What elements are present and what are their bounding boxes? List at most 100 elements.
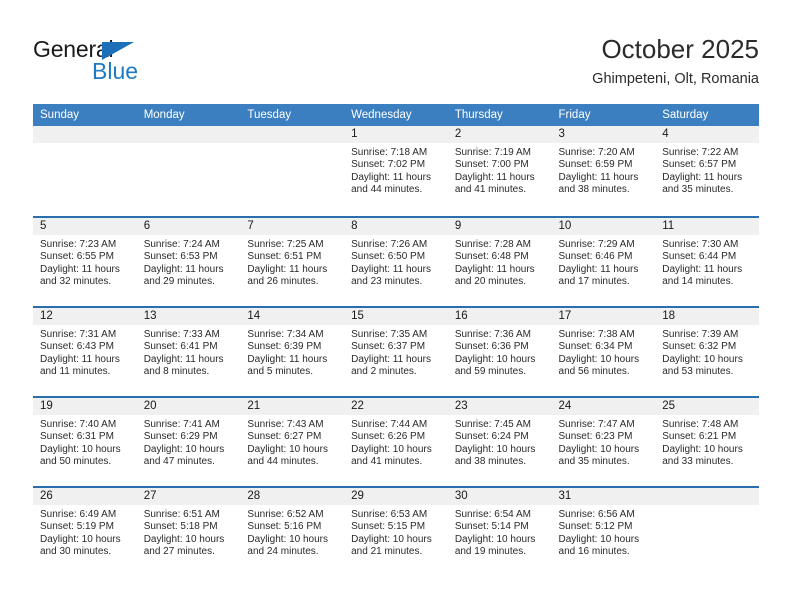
- calendar-day-cell[interactable]: 22 Sunrise: 7:44 AM Sunset: 6:26 PM Dayligh…: [344, 396, 448, 486]
- calendar-empty-cell: [655, 486, 759, 576]
- calendar-week-row: 19 Sunrise: 7:40 AM Sunset: 6:31 PM Dayligh…: [33, 396, 759, 486]
- day-cell-inner: 3 Sunrise: 7:20 AM Sunset: 6:59 PM Daylight…: [551, 126, 656, 216]
- day-cell-details: Sunrise: 7:44 AM Sunset: 6:26 PM Daylight:…: [344, 415, 448, 469]
- calendar-day-cell[interactable]: 24 Sunrise: 7:47 AM Sunset: 6:23 PM Dayligh…: [551, 396, 656, 486]
- day-cell-inner: 28 Sunrise: 6:52 AM Sunset: 5:16 PM Dayligh…: [240, 486, 345, 576]
- calendar-day-cell[interactable]: 25 Sunrise: 7:48 AM Sunset: 6:21 PM Dayligh…: [655, 396, 759, 486]
- day-number: 2: [447, 126, 552, 143]
- calendar-day-cell[interactable]: 17 Sunrise: 7:38 AM Sunset: 6:34 PM Dayligh…: [551, 306, 656, 396]
- day-number: 21: [240, 398, 345, 415]
- calendar-day-cell[interactable]: 30 Sunrise: 6:54 AM Sunset: 5:14 PM Dayligh…: [447, 486, 552, 576]
- day-cell-details: Sunrise: 7:19 AM Sunset: 7:00 PM Daylight:…: [448, 143, 552, 197]
- calendar-day-cell[interactable]: 23 Sunrise: 7:45 AM Sunset: 6:24 PM Dayligh…: [447, 396, 552, 486]
- page-header: General Blue October 2025 Ghimpeteni, Ol…: [0, 0, 792, 98]
- day-number: 23: [447, 398, 552, 415]
- daylight-text: Daylight: 10 hours and 24 minutes.: [247, 533, 329, 558]
- title-block: October 2025 Ghimpeteni, Olt, Romania: [592, 32, 759, 89]
- sunrise-text: Sunrise: 7:45 AM: [454, 419, 531, 430]
- calendar-day-cell[interactable]: 4 Sunrise: 7:22 AM Sunset: 6:57 PM Daylight…: [655, 126, 759, 216]
- sunset-text: Sunset: 6:26 PM: [351, 431, 426, 443]
- sunset-text: Sunset: 6:55 PM: [40, 251, 114, 263]
- sunrise-text: Sunrise: 7:35 AM: [351, 329, 428, 340]
- sunrise-text: Sunrise: 7:19 AM: [454, 147, 531, 158]
- sunset-text: Sunset: 6:23 PM: [558, 431, 633, 443]
- sunrise-text: Sunrise: 7:34 AM: [247, 329, 324, 340]
- sunset-text: Sunset: 7:02 PM: [351, 159, 426, 171]
- sunrise-text: Sunrise: 7:48 AM: [662, 419, 739, 430]
- weekday-header-monday: Monday: [136, 104, 241, 126]
- day-cell-inner: 12 Sunrise: 7:31 AM Sunset: 6:43 PM Dayligh…: [33, 306, 137, 396]
- calendar-day-cell[interactable]: 10 Sunrise: 7:29 AM Sunset: 6:46 PM Dayligh…: [551, 216, 656, 306]
- calendar-day-cell[interactable]: 28 Sunrise: 6:52 AM Sunset: 5:16 PM Dayligh…: [240, 486, 345, 576]
- day-cell-inner: 4 Sunrise: 7:22 AM Sunset: 6:57 PM Daylight…: [655, 126, 759, 216]
- calendar-day-cell[interactable]: 8 Sunrise: 7:26 AM Sunset: 6:50 PM Daylight…: [344, 216, 448, 306]
- calendar-day-cell[interactable]: 29 Sunrise: 6:53 AM Sunset: 5:15 PM Dayligh…: [344, 486, 448, 576]
- calendar-day-cell[interactable]: 16 Sunrise: 7:36 AM Sunset: 6:36 PM Dayligh…: [447, 306, 552, 396]
- daylight-text: Daylight: 10 hours and 35 minutes.: [558, 443, 640, 468]
- calendar-day-cell[interactable]: 21 Sunrise: 7:43 AM Sunset: 6:27 PM Dayligh…: [240, 396, 345, 486]
- sunrise-text: Sunrise: 7:28 AM: [454, 239, 531, 250]
- calendar-empty-cell: [136, 126, 241, 216]
- day-number: 18: [655, 308, 759, 325]
- day-cell-details: Sunrise: 7:36 AM Sunset: 6:36 PM Daylight:…: [448, 325, 552, 379]
- sunrise-text: Sunrise: 6:53 AM: [351, 509, 428, 520]
- daylight-text: Daylight: 11 hours and 44 minutes.: [351, 171, 431, 196]
- sunrise-text: Sunrise: 6:51 AM: [143, 509, 220, 520]
- sunrise-text: Sunrise: 7:29 AM: [558, 239, 635, 250]
- daylight-text: Daylight: 11 hours and 17 minutes.: [558, 263, 639, 288]
- day-cell-details: Sunrise: 7:22 AM Sunset: 6:57 PM Daylight:…: [655, 143, 759, 197]
- calendar-day-cell[interactable]: 27 Sunrise: 6:51 AM Sunset: 5:18 PM Dayligh…: [136, 486, 241, 576]
- day-cell-details: Sunrise: 6:53 AM Sunset: 5:15 PM Daylight:…: [344, 505, 448, 559]
- calendar-day-cell[interactable]: 26 Sunrise: 6:49 AM Sunset: 5:19 PM Dayligh…: [33, 486, 137, 576]
- sunset-text: Sunset: 6:44 PM: [662, 251, 737, 263]
- calendar-day-cell[interactable]: 2 Sunrise: 7:19 AM Sunset: 7:00 PM Daylight…: [447, 126, 552, 216]
- calendar-day-cell[interactable]: 1 Sunrise: 7:18 AM Sunset: 7:02 PM Daylight…: [344, 126, 448, 216]
- day-cell-details: Sunrise: 7:35 AM Sunset: 6:37 PM Daylight:…: [344, 325, 448, 379]
- daylight-text: Daylight: 10 hours and 59 minutes.: [454, 353, 536, 378]
- calendar-day-cell[interactable]: 7 Sunrise: 7:25 AM Sunset: 6:51 PM Daylight…: [240, 216, 345, 306]
- sunset-text: Sunset: 6:59 PM: [558, 159, 633, 171]
- daylight-text: Daylight: 10 hours and 33 minutes.: [662, 443, 743, 468]
- day-cell-details: Sunrise: 7:41 AM Sunset: 6:29 PM Daylight:…: [137, 415, 241, 469]
- sunrise-text: Sunrise: 7:24 AM: [143, 239, 220, 250]
- day-cell-inner: 31 Sunrise: 6:56 AM Sunset: 5:12 PM Dayligh…: [551, 486, 656, 576]
- calendar-week-row: 5 Sunrise: 7:23 AM Sunset: 6:55 PM Daylight…: [33, 216, 759, 306]
- calendar-day-cell[interactable]: 9 Sunrise: 7:28 AM Sunset: 6:48 PM Daylight…: [447, 216, 552, 306]
- day-cell-details: Sunrise: 7:18 AM Sunset: 7:02 PM Daylight:…: [344, 143, 448, 197]
- day-cell-details: Sunrise: 7:38 AM Sunset: 6:34 PM Daylight:…: [552, 325, 656, 379]
- calendar-day-cell[interactable]: 3 Sunrise: 7:20 AM Sunset: 6:59 PM Daylight…: [551, 126, 656, 216]
- sunrise-text: Sunrise: 7:30 AM: [662, 239, 739, 250]
- daylight-text: Daylight: 10 hours and 19 minutes.: [454, 533, 536, 558]
- calendar-day-cell[interactable]: 31 Sunrise: 6:56 AM Sunset: 5:12 PM Dayligh…: [551, 486, 656, 576]
- sunrise-text: Sunrise: 6:56 AM: [558, 509, 635, 520]
- sunset-text: Sunset: 6:41 PM: [143, 341, 218, 353]
- daylight-text: Daylight: 10 hours and 30 minutes.: [40, 533, 121, 558]
- day-number: 30: [447, 488, 552, 505]
- day-number: 22: [344, 398, 448, 415]
- sunset-text: Sunset: 6:36 PM: [454, 341, 529, 353]
- calendar-empty-cell: [240, 126, 345, 216]
- sunset-text: Sunset: 6:57 PM: [662, 159, 737, 171]
- calendar-day-cell[interactable]: 5 Sunrise: 7:23 AM Sunset: 6:55 PM Daylight…: [33, 216, 137, 306]
- calendar-day-cell[interactable]: 6 Sunrise: 7:24 AM Sunset: 6:53 PM Daylight…: [136, 216, 241, 306]
- sunset-text: Sunset: 6:53 PM: [143, 251, 218, 263]
- day-cell-inner: 22 Sunrise: 7:44 AM Sunset: 6:26 PM Dayligh…: [344, 396, 448, 486]
- calendar-day-cell[interactable]: 19 Sunrise: 7:40 AM Sunset: 6:31 PM Dayligh…: [33, 396, 137, 486]
- calendar-day-cell[interactable]: 18 Sunrise: 7:39 AM Sunset: 6:32 PM Dayligh…: [655, 306, 759, 396]
- calendar-day-cell[interactable]: 12 Sunrise: 7:31 AM Sunset: 6:43 PM Dayligh…: [33, 306, 137, 396]
- calendar-day-cell[interactable]: 14 Sunrise: 7:34 AM Sunset: 6:39 PM Dayligh…: [240, 306, 345, 396]
- sunrise-text: Sunrise: 7:22 AM: [662, 147, 739, 158]
- day-number: 9: [447, 218, 552, 235]
- sunset-text: Sunset: 6:32 PM: [662, 341, 737, 353]
- day-cell-inner: 21 Sunrise: 7:43 AM Sunset: 6:27 PM Dayligh…: [240, 396, 345, 486]
- calendar-day-cell[interactable]: 20 Sunrise: 7:41 AM Sunset: 6:29 PM Dayligh…: [136, 396, 241, 486]
- daylight-text: Daylight: 11 hours and 26 minutes.: [247, 263, 328, 288]
- calendar-day-cell[interactable]: 13 Sunrise: 7:33 AM Sunset: 6:41 PM Dayligh…: [136, 306, 241, 396]
- sunset-text: Sunset: 6:46 PM: [558, 251, 633, 263]
- day-number: 17: [551, 308, 656, 325]
- day-number: 6: [136, 218, 241, 235]
- sunset-text: Sunset: 6:48 PM: [454, 251, 529, 263]
- calendar-day-cell[interactable]: 11 Sunrise: 7:30 AM Sunset: 6:44 PM Dayligh…: [655, 216, 759, 306]
- calendar-day-cell[interactable]: 15 Sunrise: 7:35 AM Sunset: 6:37 PM Dayligh…: [344, 306, 448, 396]
- day-cell-details: Sunrise: 6:54 AM Sunset: 5:14 PM Daylight:…: [448, 505, 552, 559]
